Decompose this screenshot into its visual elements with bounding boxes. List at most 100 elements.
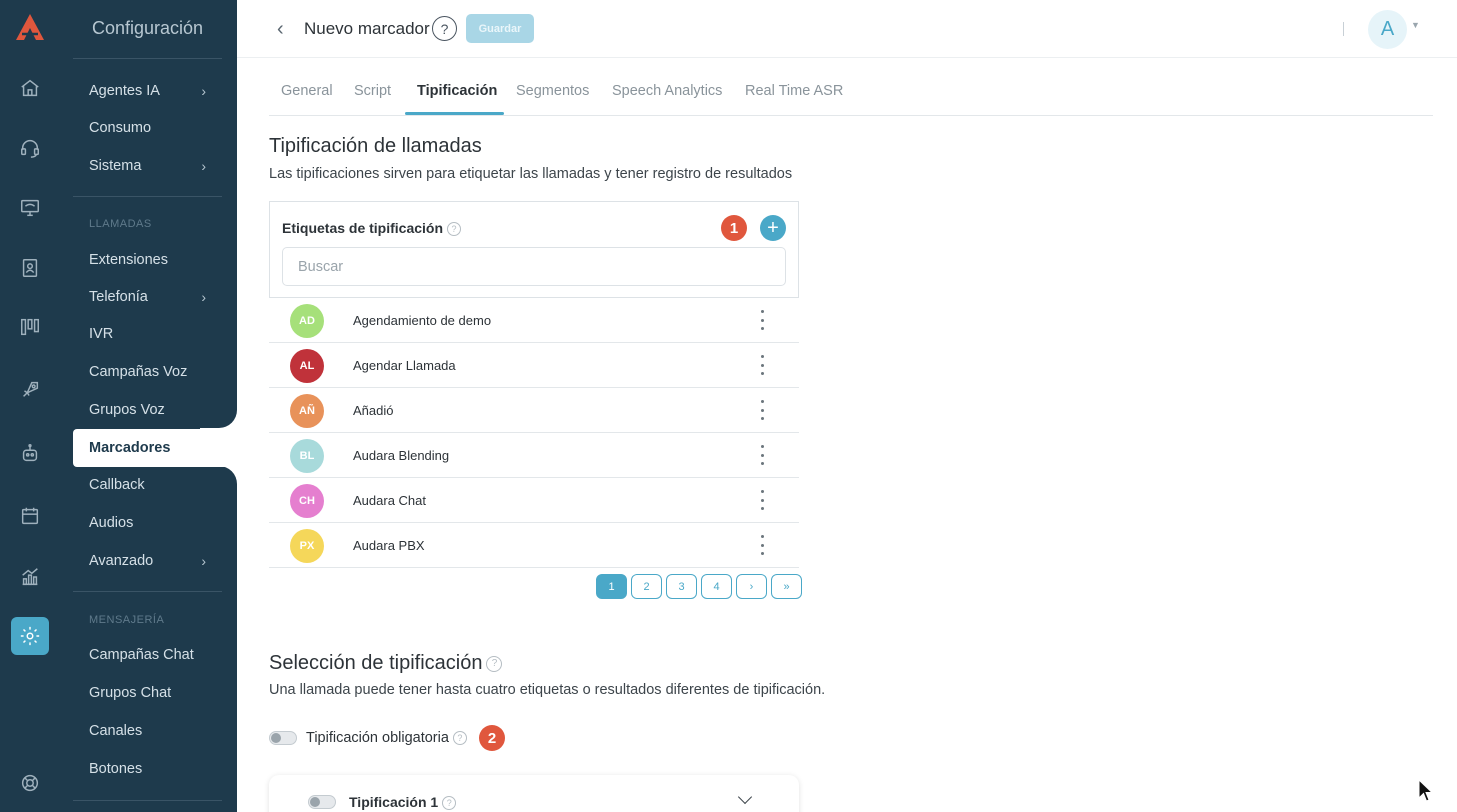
sidebar-item-grupos-voz[interactable]: Grupos Voz: [73, 391, 237, 429]
calendar-icon[interactable]: [11, 497, 49, 535]
table-row[interactable]: CH Audara Chat: [269, 478, 799, 523]
pagination: 1 2 3 4 ›»: [596, 574, 802, 599]
section-description: Las tipificaciones sirven para etiquetar…: [269, 166, 793, 182]
label-name: Audara Blending: [353, 448, 450, 463]
monitor-icon[interactable]: [11, 189, 49, 227]
more-options-icon[interactable]: [758, 400, 766, 420]
contacts-icon[interactable]: [11, 249, 49, 287]
sidebar-item-label: IVR: [89, 326, 114, 342]
sidebar-item-sistema[interactable]: Sistema ›: [73, 147, 237, 185]
page-button[interactable]: 2: [631, 574, 662, 599]
sidebar-item-marcadores[interactable]: Marcadores: [73, 429, 237, 467]
help-icon[interactable]: ?: [452, 731, 467, 746]
table-row[interactable]: AD Agendamiento de demo: [269, 298, 799, 343]
sidebar-item-label: Grupos Voz: [89, 402, 165, 418]
chevron-right-icon: ›: [201, 158, 206, 174]
labels-card-title-text: Etiquetas de tipificación: [282, 220, 444, 236]
more-options-icon[interactable]: [758, 355, 766, 375]
sidebar-item-campanas-chat[interactable]: Campañas Chat: [73, 636, 237, 674]
more-options-icon[interactable]: [758, 445, 766, 465]
add-label-button[interactable]: +: [760, 215, 786, 241]
user-avatar[interactable]: A: [1368, 10, 1407, 49]
sidebar-item-agentes-ia[interactable]: Agentes IA ›: [73, 72, 237, 110]
mandatory-toggle-label: Tipificación obligatoria?: [306, 730, 467, 746]
sidebar-item-canales[interactable]: Canales: [73, 712, 237, 750]
page-title: Nuevo marcador: [304, 19, 430, 38]
active-tab-indicator: [405, 112, 504, 115]
labels-list: AD Agendamiento de demo AL Agendar Llamada A…: [269, 298, 799, 568]
save-button[interactable]: Guardar: [466, 14, 534, 43]
section-title-seleccion-text: Selección de tipificación: [269, 652, 483, 674]
sidebar-item-label: Consumo: [89, 120, 152, 136]
tipificacion-1-label: Tipificación 1?: [349, 794, 457, 811]
sidebar-item-label: Campañas Chat: [89, 647, 194, 663]
sidebar-section-llamadas: LLAMADAS: [89, 218, 152, 230]
settings-icon[interactable]: [11, 617, 49, 655]
tipificacion-1-toggle[interactable]: [308, 795, 336, 809]
tab-real-time-asr[interactable]: Real Time ASR: [745, 83, 843, 99]
kanban-icon[interactable]: [11, 308, 49, 346]
headset-icon[interactable]: [11, 129, 49, 167]
tab-general[interactable]: General: [281, 83, 333, 99]
tipificacion-1-text: Tipificación 1: [349, 794, 439, 810]
caret-down-icon[interactable]: ▼: [1411, 20, 1420, 30]
more-options-icon[interactable]: [758, 310, 766, 330]
tab-segmentos[interactable]: Segmentos: [516, 83, 589, 99]
sidebar-item-label: Botones: [89, 761, 143, 777]
support-icon[interactable]: [11, 764, 49, 802]
table-row[interactable]: AÑ Añadió: [269, 388, 799, 433]
icon-rail: [0, 0, 58, 812]
sidebar-item-callback[interactable]: Callback: [73, 466, 237, 504]
sidebar-item-avanzado[interactable]: Avanzado ›: [73, 542, 237, 580]
help-icon[interactable]: ?: [447, 222, 462, 237]
sidebar-item-label: Grupos Chat: [89, 685, 172, 701]
labels-card-title: Etiquetas de tipificación?: [282, 220, 462, 237]
page-button[interactable]: 4: [701, 574, 732, 599]
table-row[interactable]: AL Agendar Llamada: [269, 343, 799, 388]
mandatory-toggle[interactable]: [269, 731, 297, 745]
sidebar-item-telefonia[interactable]: Telefonía ›: [73, 278, 237, 316]
help-icon[interactable]: ?: [442, 796, 457, 811]
more-options-icon[interactable]: [758, 535, 766, 555]
label-avatar: CH: [290, 484, 324, 518]
help-icon[interactable]: ?: [486, 655, 503, 672]
sidebar-item-audios[interactable]: Audios: [73, 504, 237, 542]
search-input[interactable]: [282, 247, 786, 286]
tab-bar: General Script Tipificación Segmentos Sp…: [269, 74, 1433, 116]
home-icon[interactable]: [11, 69, 49, 107]
tab-script[interactable]: Script: [354, 83, 391, 99]
label-name: Audara Chat: [353, 493, 426, 508]
robot-icon[interactable]: [11, 434, 49, 472]
tab-speech-analytics[interactable]: Speech Analytics: [612, 83, 722, 99]
more-options-icon[interactable]: [758, 490, 766, 510]
section-description: Una llamada puede tener hasta cuatro eti…: [269, 682, 826, 698]
header-divider: [1343, 22, 1344, 36]
step-badge: 2: [479, 725, 505, 751]
section-title-tipificacion: Tipificación de llamadas: [269, 135, 482, 157]
stats-icon[interactable]: [11, 558, 49, 596]
sidebar-item-label: Telefonía: [89, 289, 148, 305]
chevron-left-icon[interactable]: ‹: [277, 18, 284, 41]
chevron-down-icon[interactable]: [737, 789, 753, 805]
sidebar-item-ivr[interactable]: IVR: [73, 315, 237, 353]
page-button[interactable]: ›: [736, 574, 767, 599]
sidebar-title: Configuración: [92, 18, 204, 38]
tipificacion-1-card[interactable]: Tipificación 1?: [269, 775, 799, 812]
sidebar-item-campanas-voz[interactable]: Campañas Voz: [73, 353, 237, 391]
app-logo[interactable]: [14, 12, 46, 42]
sidebar-item-grupos-chat[interactable]: Grupos Chat: [73, 674, 237, 712]
table-row[interactable]: BL Audara Blending: [269, 433, 799, 478]
rocket-icon[interactable]: [11, 371, 49, 409]
table-row[interactable]: PX Audara PBX: [269, 523, 799, 568]
help-icon[interactable]: ?: [432, 16, 457, 41]
page-button[interactable]: 1: [596, 574, 627, 599]
page-button[interactable]: 3: [666, 574, 697, 599]
sidebar-item-extensiones[interactable]: Extensiones: [73, 241, 237, 279]
label-name: Añadió: [353, 403, 394, 418]
label-avatar: BL: [290, 439, 324, 473]
sidebar-item-consumo[interactable]: Consumo: [73, 109, 237, 147]
tab-tipificacion[interactable]: Tipificación: [417, 83, 497, 99]
page-button[interactable]: »: [771, 574, 802, 599]
label-name: Audara PBX: [353, 538, 425, 553]
sidebar-item-botones[interactable]: Botones: [73, 750, 237, 788]
